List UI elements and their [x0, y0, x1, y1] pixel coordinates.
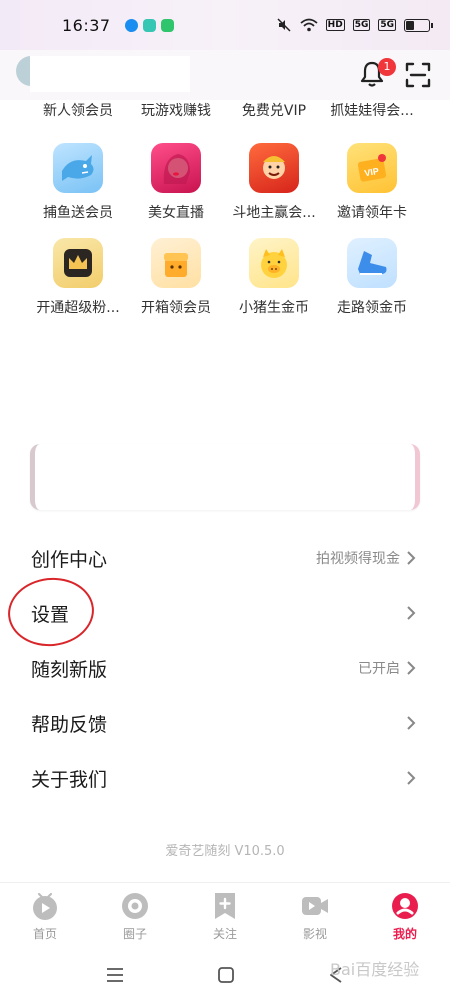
hd-indicator: HD: [325, 19, 345, 31]
home-tv-icon: [33, 892, 57, 920]
gift-box-icon: [151, 238, 201, 288]
status-bar: 16:37 HD 5G 5G: [0, 0, 450, 50]
chevron-right-icon: [407, 661, 416, 675]
crown-icon: [53, 238, 103, 288]
bottom-tab-bar: 首页 圈子 关注 影视 我的: [0, 882, 450, 950]
grid-item-label: 捕鱼送会员: [43, 205, 113, 221]
tab-label: 我的: [392, 927, 417, 941]
grid-item-label: 美女直播: [148, 205, 204, 221]
pig-icon: [249, 238, 299, 288]
grid-item-label: 小猪生金币: [239, 300, 309, 316]
tab-label: 首页: [32, 927, 57, 941]
grid-item-label: 斗地主赢会...: [232, 205, 316, 221]
grid-item-label: 走路领金币: [337, 300, 407, 316]
back-nav-icon[interactable]: [328, 966, 344, 984]
grid-item-label: 开箱领会员: [141, 300, 211, 316]
menu-item-label: 随刻新版: [31, 658, 108, 681]
menu-nav-icon[interactable]: [106, 967, 124, 983]
battery-icon: [404, 18, 433, 32]
benefit-grid-row: 捕鱼送会员 美女直播 斗地主赢会... VIP 邀请领年卡: [29, 143, 429, 222]
grid-item-invite[interactable]: VIP 邀请领年卡: [323, 143, 421, 222]
network-5g-2: 5G: [378, 19, 396, 31]
menu-item-creator-center[interactable]: 创作中心 拍视频得现金: [0, 533, 450, 583]
app-notification-icon: [124, 18, 138, 32]
username-redacted: [30, 56, 190, 92]
menu-item-label: 帮助反馈: [31, 713, 108, 736]
profile-header: 1: [0, 50, 450, 100]
grid-item-pig-coins[interactable]: 小猪生金币: [225, 238, 323, 317]
grid-item-label[interactable]: 玩游戏赚钱: [127, 100, 225, 130]
notification-bell-button[interactable]: 1: [358, 58, 396, 90]
menu-item-hint: 已开启: [358, 661, 400, 677]
status-indicators: HD 5G 5G: [276, 18, 433, 32]
grid-item-walk-coins[interactable]: 走路领金币: [323, 238, 421, 317]
grid-item-label[interactable]: 抓娃娃得会...: [323, 100, 421, 130]
vip-card-icon: VIP: [347, 143, 397, 193]
wifi-icon: [300, 18, 318, 32]
mute-icon: [277, 18, 291, 32]
menu-item-label: 关于我们: [31, 768, 108, 791]
grid-item-label[interactable]: 免费兑VIP: [225, 100, 323, 130]
grid-item-label: 邀请领年卡: [337, 205, 407, 221]
card-game-icon: [249, 143, 299, 193]
status-time: 16:37: [62, 15, 111, 35]
chevron-right-icon: [407, 716, 416, 730]
grid-item-super-fan[interactable]: 开通超级粉...: [29, 238, 127, 317]
tab-label: 影视: [302, 927, 327, 941]
grid-item-open-box[interactable]: 开箱领会员: [127, 238, 225, 317]
tab-video[interactable]: 影视: [270, 883, 360, 950]
tab-follow[interactable]: 关注: [180, 883, 270, 950]
benefit-grid-top-row: 新人领会员 玩游戏赚钱 免费兑VIP 抓娃娃得会...: [0, 100, 450, 130]
version-text: 爱奇艺随刻 V10.5.0: [165, 844, 285, 859]
tab-label: 关注: [212, 927, 237, 941]
menu-item-label: 设置: [31, 603, 70, 626]
system-nav-bar: [0, 950, 450, 1000]
chevron-right-icon: [407, 606, 416, 620]
promo-banner[interactable]: [30, 444, 420, 510]
scan-button[interactable]: [405, 62, 433, 88]
grid-item-fishing[interactable]: 捕鱼送会员: [29, 143, 127, 222]
menu-item-hint: 拍视频得现金: [316, 551, 400, 567]
phone-icon: [160, 18, 174, 32]
grid-item-label: 开通超级粉...: [36, 300, 120, 316]
follow-icon: [215, 893, 235, 919]
grid-item-live[interactable]: 美女直播: [127, 143, 225, 222]
home-nav-icon[interactable]: [217, 966, 235, 984]
menu-item-help-feedback[interactable]: 帮助反馈: [0, 698, 450, 748]
tab-label: 圈子: [122, 927, 147, 941]
live-girl-icon: [151, 143, 201, 193]
video-icon: [302, 897, 328, 915]
shark-icon: [53, 143, 103, 193]
menu-item-label: 创作中心: [31, 548, 108, 571]
chevron-right-icon: [407, 551, 416, 565]
network-5g-1: 5G: [352, 19, 371, 31]
tab-circle[interactable]: 圈子: [90, 883, 180, 950]
profile-icon: [392, 893, 418, 919]
grid-item-doudizhu[interactable]: 斗地主赢会...: [225, 143, 323, 222]
chevron-right-icon: [407, 771, 416, 785]
notification-badge: 1: [378, 58, 396, 76]
benefit-grid-row: 开通超级粉... 开箱领会员 小猪生金币 走路领金币: [29, 238, 429, 317]
menu-item-about-us[interactable]: 关于我们: [0, 753, 450, 803]
sneaker-icon: [347, 238, 397, 288]
menu-item-settings[interactable]: 设置: [0, 588, 450, 638]
notification-icons: [124, 18, 174, 32]
circle-icon: [122, 893, 148, 919]
app-notification-icon: [142, 18, 156, 32]
tab-profile[interactable]: 我的: [360, 883, 450, 950]
tab-home[interactable]: 首页: [0, 883, 90, 950]
scan-icon: [405, 62, 431, 88]
grid-item-label[interactable]: 新人领会员: [29, 100, 127, 130]
menu-item-new-version[interactable]: 随刻新版 已开启: [0, 643, 450, 693]
